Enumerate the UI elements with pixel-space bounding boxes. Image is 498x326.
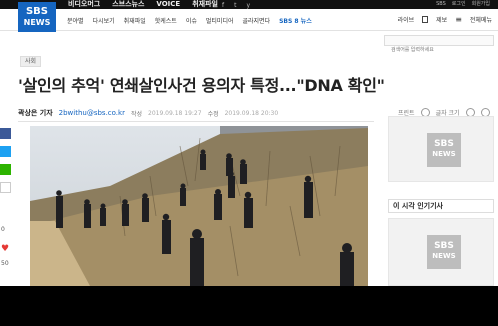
comment-count: 0 (1, 226, 5, 233)
meta-divider (18, 121, 374, 122)
search-input[interactable] (385, 45, 485, 55)
nav-items: 분야별 다시보기 취재파일 핫케스트 이슈 멀티미디어 골라지면다 SBS 8 … (67, 16, 312, 25)
top-nav-item[interactable]: 비디오머그 (68, 0, 100, 9)
article-title: '살인의 추억' 연쇄살인사건 용의자 특정..."DNA 확인" (18, 76, 385, 95)
top-nav-item[interactable]: 스브스뉴스 (112, 0, 144, 9)
signup-link[interactable]: 회원가입 (472, 0, 490, 9)
top-nav-item[interactable]: VOICE (156, 0, 180, 9)
report-icon[interactable] (422, 16, 429, 23)
ad-banner-2[interactable]: SBS NEWS (388, 218, 494, 286)
article-photo (30, 126, 368, 286)
nav-item[interactable]: 취재파일 (124, 16, 146, 25)
written-label: 작성 (130, 110, 142, 118)
ad-banner[interactable]: SBS NEWS (388, 116, 494, 182)
nav-item[interactable]: 분야별 (67, 16, 84, 25)
sbs-link[interactable]: SBS (436, 0, 446, 9)
search-scene-image (30, 126, 368, 286)
top-login: SBS 로그인 회원가입 (436, 0, 490, 9)
share-bar (0, 128, 11, 200)
edited-label: 수정 (207, 110, 219, 118)
nav-item[interactable]: 이슈 (186, 16, 197, 25)
facebook-share-icon[interactable] (0, 128, 11, 139)
twitter-share-icon[interactable] (0, 146, 11, 157)
main-nav: 분야별 다시보기 취재파일 핫케스트 이슈 멀티미디어 골라지면다 SBS 8 … (0, 9, 498, 31)
news-page: 비디오머그 스브스뉴스 VOICE 취재파일 f t y SBS 로그인 회원가… (0, 0, 498, 286)
nav-item[interactable]: 다시보기 (93, 16, 115, 25)
naver-share-icon[interactable] (0, 164, 11, 175)
nav-item[interactable]: 골라지면다 (243, 16, 271, 25)
popular-articles-header: 이 시각 인기기사 (388, 199, 494, 213)
ad-logo: SBS NEWS (427, 235, 461, 269)
like-count: 50 (1, 260, 9, 267)
ad-logo: SBS NEWS (427, 133, 461, 167)
live-link[interactable]: 라이브 (398, 15, 415, 24)
report-link[interactable]: 제보 (436, 15, 447, 24)
top-nav-item[interactable]: 취재파일 (192, 0, 218, 9)
written-date: 2019.09.18 19:27 (148, 109, 202, 117)
menu-icon[interactable]: ≡ (455, 15, 462, 24)
ad-logo-subtext: NEWS (432, 150, 456, 158)
link-share-icon[interactable] (0, 182, 11, 193)
article-meta: 곽상은 기자 2bwithu@sbs.co.kr 작성 2019.09.18 1… (18, 107, 374, 119)
nav-right: 라이브 제보 ≡ 전체메뉴 (398, 15, 492, 24)
sbs-news-logo[interactable]: SBS NEWS (18, 2, 56, 32)
sbs8-news-link[interactable]: SBS 8 뉴스 (279, 16, 312, 25)
category-tag[interactable]: 사회 (20, 56, 42, 67)
login-link[interactable]: 로그인 (452, 0, 466, 9)
nav-item[interactable]: 핫케스트 (155, 16, 177, 25)
edited-date: 2019.09.18 20:30 (224, 109, 279, 117)
ad-logo-subtext: NEWS (432, 252, 456, 260)
reporter-name[interactable]: 곽상은 기자 (18, 108, 53, 118)
heart-icon[interactable]: ♥ (1, 244, 9, 254)
all-menu-link[interactable]: 전체메뉴 (470, 15, 492, 24)
nav-item[interactable]: 멀티미디어 (206, 16, 234, 25)
reporter-email[interactable]: 2bwithu@sbs.co.kr (59, 109, 125, 117)
logo-subtext: NEWS (23, 18, 51, 27)
ad-logo-text: SBS (434, 139, 454, 149)
top-bar: 비디오머그 스브스뉴스 VOICE 취재파일 f t y SBS 로그인 회원가… (0, 0, 498, 9)
top-nav: 비디오머그 스브스뉴스 VOICE 취재파일 (68, 0, 218, 9)
search-box (384, 35, 494, 55)
logo-text: SBS (25, 6, 49, 17)
ad-logo-text: SBS (434, 241, 454, 251)
